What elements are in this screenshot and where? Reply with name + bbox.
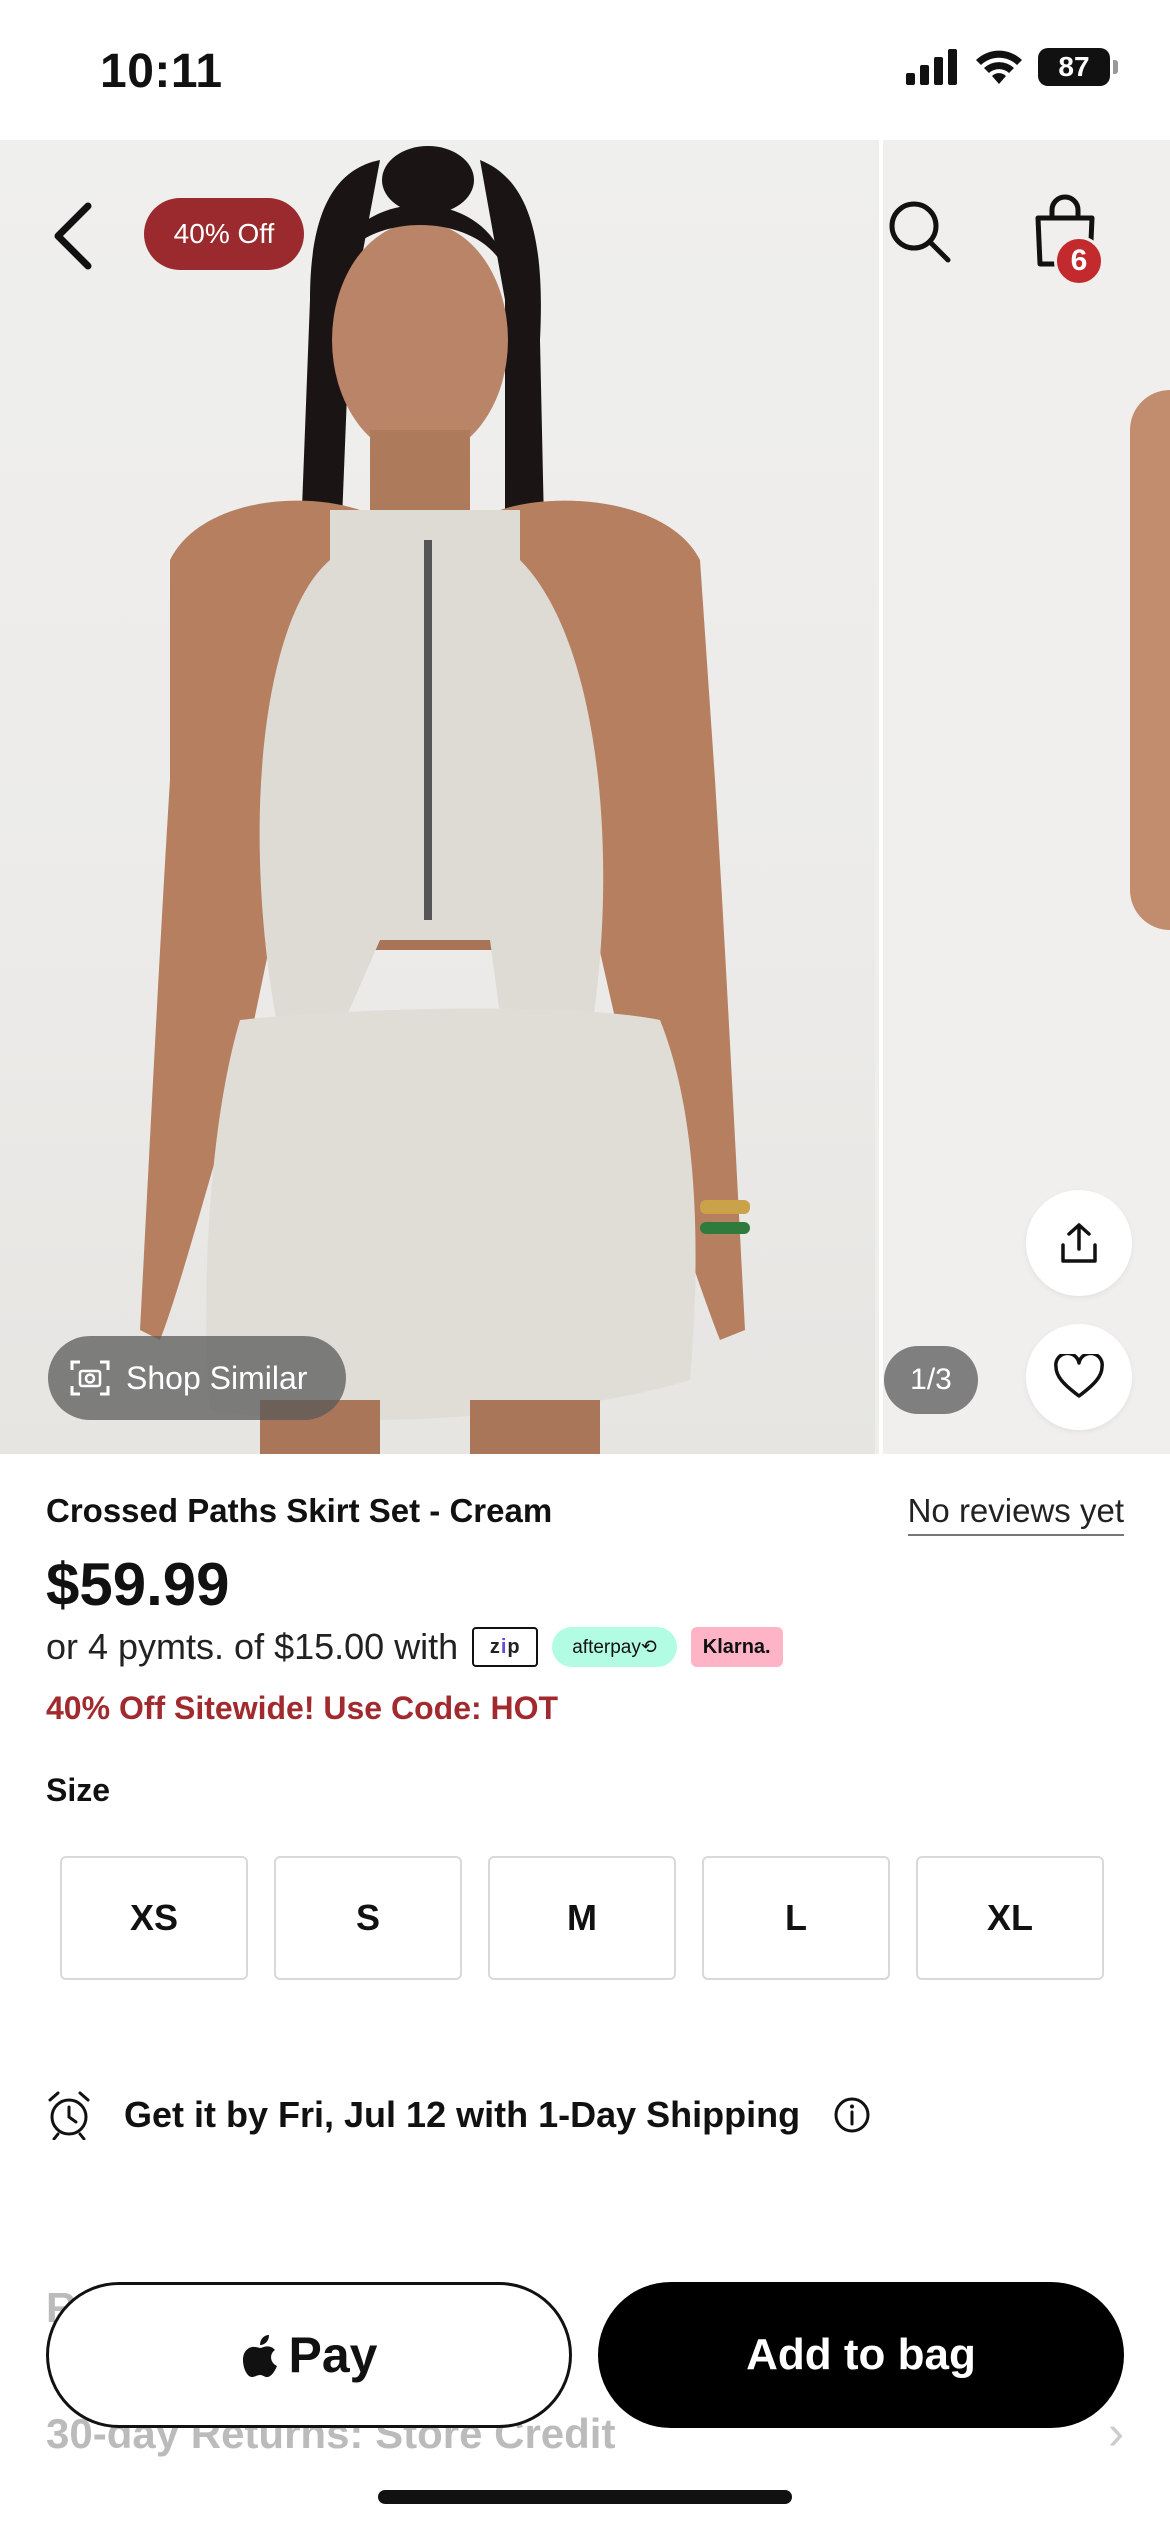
- bag-count-badge: 6: [1054, 236, 1104, 286]
- alarm-clock-icon: [48, 2091, 90, 2140]
- camera-scan-icon: [70, 1360, 110, 1396]
- apple-logo-icon: [242, 2335, 277, 2378]
- zip-logo[interactable]: zip: [472, 1627, 539, 1667]
- add-to-bag-button[interactable]: Add to bag: [598, 2282, 1124, 2428]
- size-option-m[interactable]: M: [488, 1856, 676, 1980]
- size-option-s[interactable]: S: [274, 1856, 462, 1980]
- discount-badge: 40% Off: [144, 198, 304, 270]
- delivery-text: Get it by Fri, Jul 12 with 1-Day Shippin…: [124, 2094, 801, 2135]
- battery-level: 87: [1058, 51, 1090, 82]
- info-icon[interactable]: [832, 2095, 872, 2135]
- shop-similar-label: Shop Similar: [126, 1359, 308, 1396]
- product-photo: [140, 146, 750, 1454]
- product-image-carousel[interactable]: 40% Off 6 1/3 Shop Similar: [0, 140, 1170, 1454]
- back-arrow-icon[interactable]: [44, 196, 104, 276]
- share-icon: [1061, 1223, 1097, 1263]
- status-icons: 87: [906, 48, 1118, 86]
- status-time: 10:11: [100, 45, 223, 98]
- product-title: Crossed Paths Skirt Set - Cream: [46, 1492, 553, 1529]
- shop-similar-button[interactable]: Shop Similar: [48, 1336, 346, 1420]
- chevron-right-icon: ›: [1108, 2407, 1124, 2460]
- cellular-signal-icon: [906, 49, 957, 85]
- next-image-preview: [1130, 390, 1170, 930]
- home-indicator[interactable]: [378, 2490, 792, 2504]
- reviews-link[interactable]: No reviews yet: [907, 1492, 1124, 1536]
- promo-text: 40% Off Sitewide! Use Code: HOT: [46, 1690, 559, 1726]
- afterpay-logo[interactable]: afterpay⟲: [552, 1627, 677, 1667]
- battery-indicator: 87: [1038, 48, 1118, 86]
- apple-pay-button[interactable]: Pay: [46, 2282, 572, 2428]
- image-page-indicator: 1/3: [884, 1346, 978, 1414]
- klarna-logo[interactable]: Klarna.: [690, 1627, 783, 1667]
- delivery-estimate: Get it by Fri, Jul 12 with 1-Day Shippin…: [46, 2090, 872, 2140]
- size-option-xl[interactable]: XL: [916, 1856, 1104, 1980]
- apple-pay-label: Pay: [288, 2327, 378, 2383]
- size-option-l[interactable]: L: [702, 1856, 890, 1980]
- wifi-icon: [976, 50, 1022, 84]
- installments-row: or 4 pymts. of $15.00 with zip afterpay⟲…: [46, 1626, 783, 1668]
- size-option-xs[interactable]: XS: [60, 1856, 248, 1980]
- size-label: Size: [46, 1772, 111, 1808]
- installments-text: or 4 pymts. of $15.00 with: [46, 1626, 459, 1667]
- status-bar: 10:11 87: [0, 0, 1170, 140]
- heart-icon: [1054, 1354, 1104, 1398]
- size-selector: XS S M L XL: [60, 1856, 1104, 1980]
- favorite-button[interactable]: [1026, 1324, 1132, 1430]
- search-icon[interactable]: [886, 198, 952, 264]
- product-image-main[interactable]: [0, 140, 875, 1454]
- share-button[interactable]: [1026, 1190, 1132, 1296]
- product-price: $59.99: [46, 1551, 230, 1618]
